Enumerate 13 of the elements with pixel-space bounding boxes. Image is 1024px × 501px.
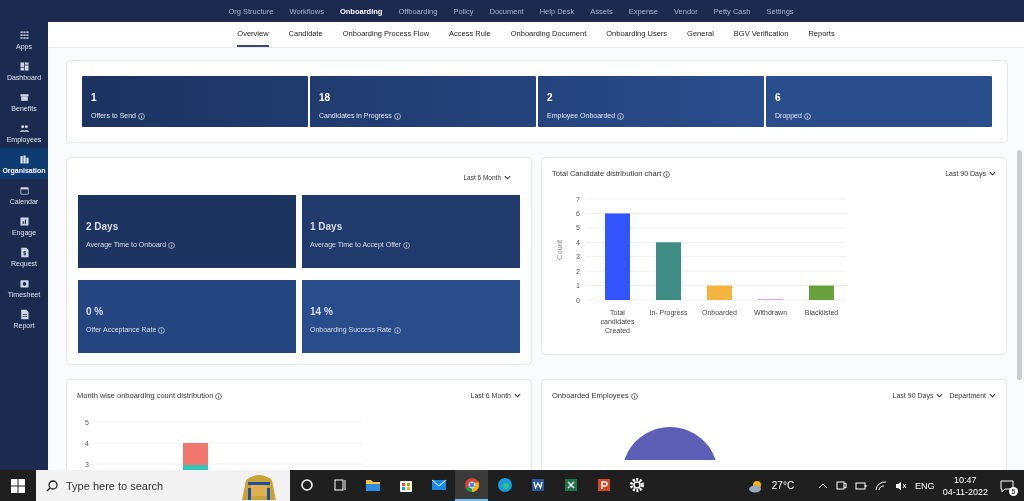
metric-value: 2 Days (86, 221, 119, 232)
stat-value: 6 (775, 92, 781, 103)
metric-value: 14 % (310, 306, 333, 317)
metric-value: 0 % (86, 306, 104, 317)
clock-time[interactable]: 10:47 (954, 473, 977, 486)
stat-value: 2 (547, 92, 553, 103)
stat-value: 18 (319, 92, 331, 103)
stat-value: 1 (91, 92, 97, 103)
clock-date[interactable]: 04-11-2022 (942, 485, 988, 498)
language-indicator[interactable]: ENG (915, 480, 935, 491)
temperature-text: 27°C (771, 480, 795, 491)
taskbar-search-field[interactable]: Type here to search (36, 470, 290, 501)
metric-value: 1 Days (310, 221, 343, 232)
